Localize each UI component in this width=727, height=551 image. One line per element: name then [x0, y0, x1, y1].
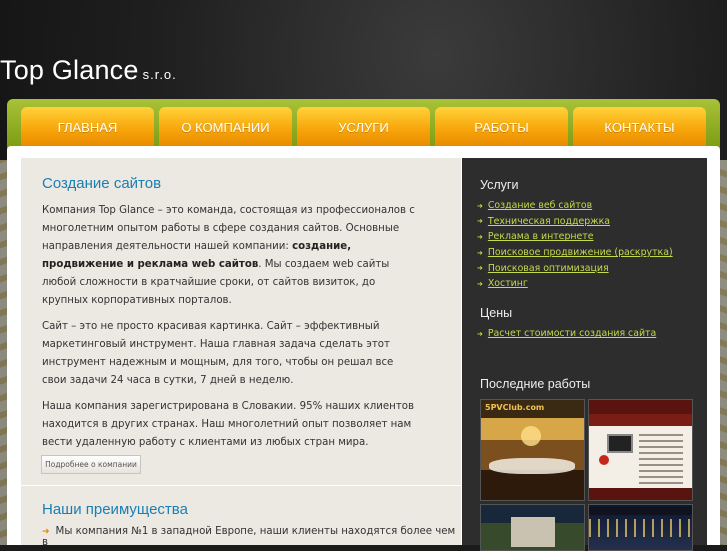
nav-works[interactable]: РАБОТЫ	[435, 107, 568, 147]
logo-name: Top Glance	[0, 55, 139, 85]
section-divider	[21, 485, 461, 486]
nav-about[interactable]: О КОМПАНИИ	[159, 107, 292, 147]
laptop-image	[607, 434, 633, 453]
service-link-seo[interactable]: ➜ Поисковая оптимизация	[477, 260, 673, 276]
services-title: Услуги	[480, 178, 519, 192]
main-content: Создание сайтов Компания Top Glance – эт…	[21, 158, 461, 548]
intro-paragraph: Компания Top Glance – это команда, состо…	[42, 202, 417, 310]
service-link-web[interactable]: ➜ Создание веб сайтов	[477, 198, 673, 214]
arrow-icon: ➜	[477, 217, 483, 226]
arrow-icon: ➜	[477, 279, 483, 288]
marketing-paragraph: Сайт – это не просто красивая картинка. …	[42, 321, 394, 386]
site-logo[interactable]: Top Glance s.r.o.	[0, 55, 177, 86]
works-title: Последние работы	[480, 377, 591, 391]
thumb-logo: 5PVClub.com	[485, 403, 545, 412]
main-title: Создание сайтов	[42, 175, 162, 192]
work-thumbnail-3[interactable]	[480, 504, 585, 551]
arrow-icon: ➜	[42, 527, 50, 537]
logo-suffix: s.r.o.	[142, 67, 177, 82]
nav-contacts[interactable]: КОНТАКТЫ	[573, 107, 706, 147]
sidebar: Услуги ➜ Создание веб сайтов ➜ Техническая…	[462, 158, 707, 551]
more-about-button[interactable]: Подробнее о компании	[41, 455, 141, 474]
service-link-promotion[interactable]: ➜ Поисковое продвижение (раскрутка)	[477, 245, 673, 261]
services-list: ➜ Создание веб сайтов ➜ Техническая поддер…	[477, 198, 673, 292]
prices-title: Цены	[480, 306, 513, 320]
work-thumbnail-4[interactable]	[588, 504, 693, 551]
arrow-icon: ➜	[477, 248, 483, 257]
arrow-icon: ➜	[477, 232, 483, 241]
nav-home[interactable]: ГЛАВНАЯ	[21, 107, 154, 147]
arrow-icon: ➜	[477, 264, 483, 273]
prices-list: ➜ Расчет стоимости создания сайта	[477, 326, 656, 342]
advantages-title: Наши преимущества	[42, 501, 188, 518]
arrow-icon: ➜	[477, 329, 483, 338]
service-link-support[interactable]: ➜ Техническая поддержка	[477, 214, 673, 230]
company-paragraph: Наша компания зарегистрирована в Словаки…	[42, 401, 415, 448]
intro-text-a: Компания Top Glance – это команда, состо…	[42, 205, 415, 252]
work-thumbnail-1[interactable]: 5PVClub.com	[480, 399, 585, 501]
arrow-icon: ➜	[477, 201, 483, 210]
work-thumbnail-2[interactable]	[588, 399, 693, 501]
price-calc-link[interactable]: ➜ Расчет стоимости создания сайта	[477, 326, 656, 342]
nav-services[interactable]: УСЛУГИ	[297, 107, 430, 147]
service-link-hosting[interactable]: ➜ Хостинг	[477, 276, 673, 292]
service-link-ads[interactable]: ➜ Реклама в интернете	[477, 229, 673, 245]
